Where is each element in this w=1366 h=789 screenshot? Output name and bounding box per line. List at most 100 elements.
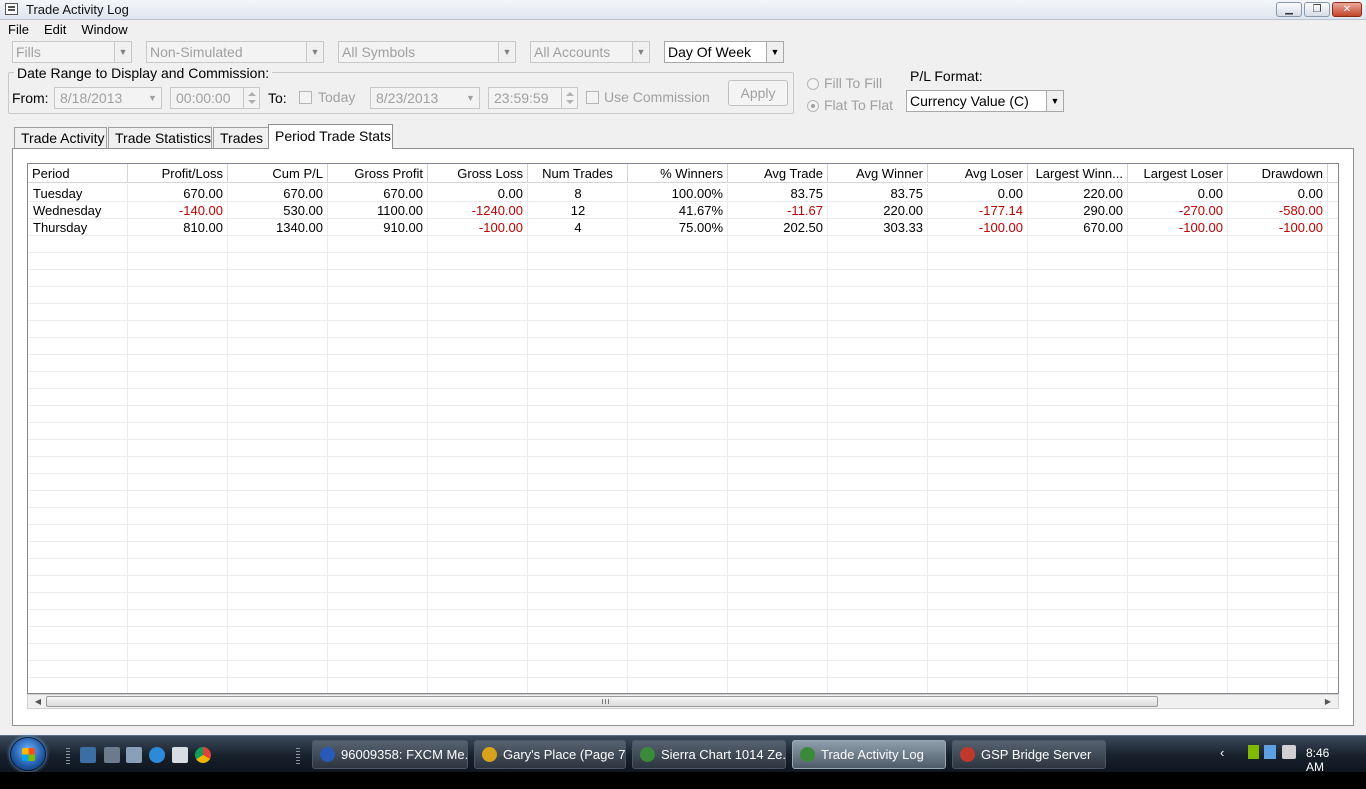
table-cell: Wednesday	[33, 203, 102, 218]
grid-line	[28, 456, 1338, 457]
column-header[interactable]: Profit/Loss	[128, 164, 228, 183]
taskbar-item[interactable]: GSP Bridge Server	[952, 740, 1106, 769]
accounts-dropdown[interactable]: All Accounts ▼	[530, 41, 650, 63]
table-cell: 303.33	[883, 220, 923, 235]
taskbar-item-label: Sierra Chart 1014 Ze...	[661, 747, 786, 762]
table-row[interactable]: Thursday 810.00 1340.00 910.00 -100.00 4 75.00…	[28, 219, 1338, 236]
tray-icon[interactable]	[1264, 745, 1276, 759]
scroll-left-icon[interactable]: ◀	[30, 695, 46, 708]
column-header[interactable]: Gross Loss	[428, 164, 528, 183]
column-header[interactable]: Avg Loser	[928, 164, 1028, 183]
table-cell: 290.00	[1083, 203, 1123, 218]
symbols-dropdown[interactable]: All Symbols ▼	[338, 41, 516, 63]
grid-line	[28, 252, 1338, 253]
period-stats-table[interactable]: Period Profit/Loss Cum P/L Gross Profit Gros…	[27, 163, 1339, 694]
use-commission-checkbox[interactable]	[586, 91, 599, 104]
horizontal-scrollbar[interactable]: ◀ ▶	[27, 694, 1339, 709]
taskbar-item[interactable]: Trade Activity Log	[792, 740, 946, 769]
scroll-right-icon[interactable]: ▶	[1320, 695, 1336, 708]
tab-trade-statistics[interactable]: Trade Statistics	[108, 127, 212, 149]
taskbar-item[interactable]: 96009358: FXCM Me...	[312, 740, 468, 769]
taskbar-item[interactable]: Sierra Chart 1014 Ze...	[632, 740, 786, 769]
start-button[interactable]	[10, 737, 46, 771]
simulated-dropdown[interactable]: Non-Simulated ▼	[146, 41, 324, 63]
grid-line	[28, 439, 1338, 440]
app-icon	[640, 747, 655, 762]
chevron-left-icon[interactable]: ‹	[1220, 745, 1224, 760]
tab-trade-activity[interactable]: Trade Activity	[14, 127, 107, 149]
menu-edit[interactable]: Edit	[36, 20, 73, 37]
taskbar-gripper	[296, 748, 300, 764]
to-time-field[interactable]: 23:59:59	[488, 87, 578, 109]
use-commission-label: Use Commission	[604, 89, 710, 105]
grid-line	[28, 490, 1338, 491]
show-desktop-icon[interactable]	[80, 747, 96, 763]
menu-file[interactable]: File	[0, 20, 36, 37]
table-cell: 12	[570, 203, 586, 218]
grid-line	[28, 507, 1338, 508]
close-button[interactable]: ✕	[1332, 2, 1362, 17]
network-icon[interactable]	[1248, 745, 1259, 759]
taskbar-item-label: GSP Bridge Server	[981, 747, 1092, 762]
window-title: Trade Activity Log	[26, 2, 129, 17]
scrollbar-thumb[interactable]	[46, 696, 1158, 707]
table-cell: -11.67	[787, 203, 823, 218]
column-header[interactable]: Period	[28, 164, 128, 183]
table-row[interactable]: Tuesday 670.00 670.00 670.00 0.00 8 100.00% 83.…	[28, 185, 1338, 202]
table-cell: -177.14	[978, 203, 1023, 218]
column-header[interactable]: % Winners	[628, 164, 728, 183]
grid-line	[28, 609, 1338, 610]
column-header[interactable]: Largest Loser	[1128, 164, 1228, 183]
flat-to-flat-radio[interactable]	[807, 100, 819, 112]
table-cell: 100.00%	[671, 186, 723, 201]
restore-button[interactable]: ❐	[1304, 2, 1330, 17]
today-checkbox[interactable]	[299, 91, 312, 104]
clock[interactable]: 8:46 AM	[1306, 746, 1329, 774]
from-time-field[interactable]: 00:00:00	[170, 87, 260, 109]
column-header[interactable]: Drawdown	[1228, 164, 1328, 183]
column-header[interactable]: Gross Profit	[328, 164, 428, 183]
internet-explorer-icon[interactable]	[149, 747, 165, 763]
grid-line	[28, 371, 1338, 372]
to-date-picker[interactable]: 8/23/2013 ▼	[370, 87, 480, 109]
app-icon[interactable]	[5, 3, 18, 15]
period-dropdown[interactable]: Day Of Week ▼	[664, 41, 784, 63]
grid-line	[28, 337, 1338, 338]
grid-line	[28, 320, 1338, 321]
fills-dropdown[interactable]: Fills ▼	[12, 41, 132, 63]
quicklaunch-icon[interactable]	[126, 747, 142, 763]
column-header[interactable]: Avg Trade	[728, 164, 828, 183]
minimize-button[interactable]: ▁	[1276, 2, 1302, 17]
column-header[interactable]: Cum P/L	[228, 164, 328, 183]
table-cell: 0.00	[497, 186, 523, 201]
tab-trades[interactable]: Trades	[213, 127, 269, 149]
grid-line	[28, 575, 1338, 576]
spinner-icon[interactable]	[243, 88, 259, 108]
calculator-icon[interactable]	[172, 747, 188, 763]
column-header[interactable]: Num Trades	[528, 164, 628, 183]
table-cell: 910.00	[383, 220, 423, 235]
table-cell: -1240.00	[471, 203, 523, 218]
taskbar-item[interactable]: Gary's Place (Page 7...	[474, 740, 626, 769]
column-header[interactable]: Largest Winn...	[1028, 164, 1128, 183]
tab-period-trade-stats[interactable]: Period Trade Stats	[268, 124, 393, 149]
table-cell: -100.00	[478, 220, 523, 235]
fill-to-fill-radio[interactable]	[807, 78, 819, 90]
chevron-down-icon: ▼	[466, 93, 475, 103]
quicklaunch-icon[interactable]	[104, 747, 120, 763]
volume-muted-icon[interactable]	[1282, 745, 1296, 759]
pl-format-dropdown[interactable]: Currency Value (C) ▼	[906, 90, 1064, 112]
spinner-icon[interactable]	[561, 88, 577, 108]
from-date-picker[interactable]: 8/18/2013 ▼	[54, 87, 162, 109]
table-cell: 810.00	[183, 220, 223, 235]
table-cell: 220.00	[1083, 186, 1123, 201]
grid-line	[28, 592, 1338, 593]
table-row[interactable]: Wednesday -140.00 530.00 1100.00 -1240.00 12 4…	[28, 202, 1338, 219]
menu-window[interactable]: Window	[73, 20, 134, 37]
chrome-icon[interactable]	[195, 747, 211, 763]
grid-line	[28, 303, 1338, 304]
column-header[interactable]: Avg Winner	[828, 164, 928, 183]
chevron-down-icon: ▼	[306, 42, 323, 62]
apply-button[interactable]: Apply	[728, 80, 788, 106]
from-label: From:	[12, 90, 49, 106]
